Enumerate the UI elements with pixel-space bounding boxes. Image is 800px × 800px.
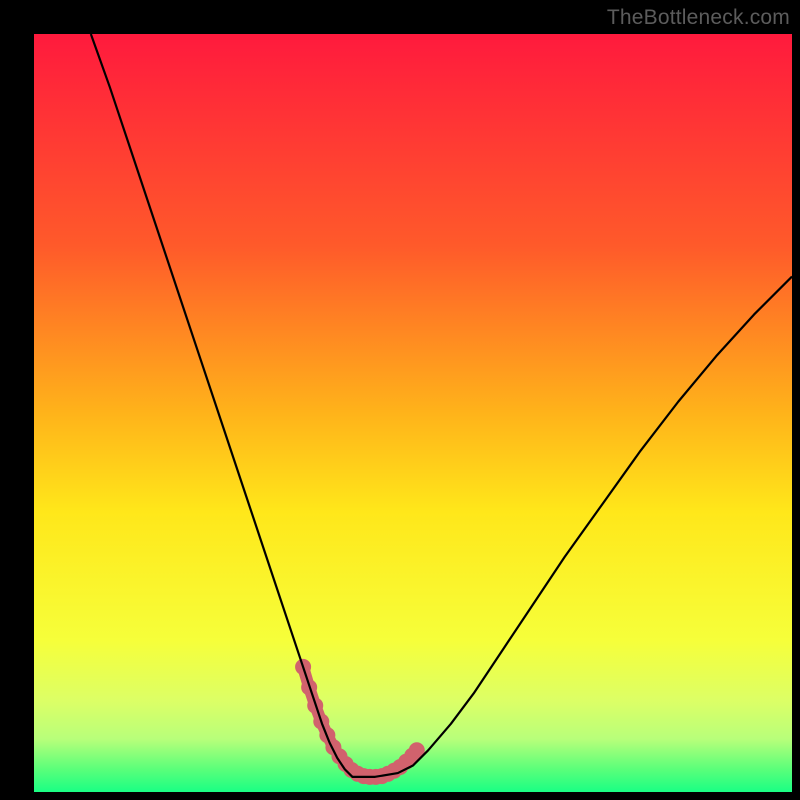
bottleneck-chart (34, 34, 792, 792)
chart-frame: TheBottleneck.com (0, 0, 800, 800)
plot-area (34, 34, 792, 792)
gradient-background (34, 34, 792, 792)
watermark-text: TheBottleneck.com (607, 6, 790, 30)
